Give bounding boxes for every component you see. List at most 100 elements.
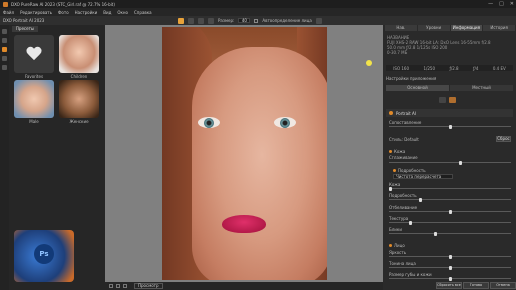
photoshop-logo-icon: Ps: [34, 244, 54, 264]
auto-detect-checkbox[interactable]: [254, 18, 259, 23]
preset-male[interactable]: [14, 80, 54, 118]
preset-children[interactable]: [59, 35, 99, 73]
exif-row: ISO 160 1/250 ƒ/2.8 ƒ/4 0.4 EV: [386, 65, 513, 71]
app-settings-header[interactable]: Настройки приложения: [386, 76, 513, 81]
history-icon[interactable]: [2, 65, 7, 70]
preset-label: Favorites: [24, 74, 44, 79]
reset-all-button[interactable]: Сбросить все: [436, 282, 462, 289]
subtab-local[interactable]: Местный: [450, 85, 513, 91]
view-split-icon[interactable]: [116, 284, 120, 288]
presets-tab[interactable]: Пресеты: [12, 26, 38, 32]
highlights-slider[interactable]: [389, 231, 511, 236]
face-toggle-icon[interactable]: [389, 244, 392, 247]
menu-file[interactable]: Файл: [3, 10, 14, 15]
title-bar: DXO PureRaw AI 2023 (STC_Girl.raf @ 72.7…: [0, 0, 516, 8]
preview-button[interactable]: Просмотр: [134, 283, 163, 289]
detail-mode-row[interactable]: Подробность: [393, 168, 426, 173]
power-icon[interactable]: [389, 111, 393, 115]
maximize-button[interactable]: □: [499, 1, 504, 7]
tab-levels[interactable]: Уровни: [417, 25, 450, 31]
slider-label: Текстура: [389, 216, 409, 221]
skin-slider[interactable]: [389, 186, 511, 191]
plugin-name: Portrait AI: [396, 110, 416, 116]
exif-value: ƒ/2.8: [449, 65, 459, 71]
match-slider[interactable]: [389, 124, 511, 129]
info-line: 0-30.7 МБ: [387, 50, 408, 55]
preset-label: Male: [29, 119, 39, 124]
exif-value: 0.4 EV: [492, 65, 506, 71]
menu-photo[interactable]: Фото: [58, 10, 69, 15]
magic-icon[interactable]: [2, 38, 7, 43]
face-section-label: Лицо: [394, 243, 405, 248]
fill-icon[interactable]: [208, 17, 214, 24]
detail-slider[interactable]: [389, 197, 511, 202]
app-icon: [3, 1, 8, 7]
lip-size-slider[interactable]: [389, 276, 511, 281]
slider-label: Подробность: [389, 193, 417, 198]
menu-window[interactable]: Окно: [117, 10, 128, 15]
left-eye: [198, 117, 220, 128]
detail-mode-label: Подробность: [398, 168, 426, 173]
preset-favorites[interactable]: [14, 35, 54, 73]
menu-view[interactable]: Вид: [103, 10, 111, 15]
size-input[interactable]: 40: [238, 18, 251, 23]
tab-history[interactable]: История: [483, 25, 515, 31]
pen-icon[interactable]: [198, 17, 204, 24]
face-mask-toggle[interactable]: [439, 97, 446, 103]
settings-gear-icon[interactable]: [315, 17, 322, 24]
preset-female[interactable]: [59, 80, 99, 118]
slider-label: Блики: [389, 227, 402, 232]
exif-value: 1/250: [423, 65, 436, 71]
menu-help[interactable]: Справка: [134, 10, 152, 15]
style-label: Стиль: Default: [389, 137, 419, 142]
tab-info[interactable]: Информация: [450, 25, 483, 31]
canvas-bottom-bar: Просмотр: [105, 282, 383, 290]
size-label: Размер:: [218, 18, 235, 23]
brush-side-icon[interactable]: [2, 56, 7, 61]
menu-settings[interactable]: Настройки: [75, 10, 98, 15]
skin-section-label: Кожа: [394, 149, 406, 154]
plugin-header[interactable]: Portrait AI: [386, 109, 513, 117]
auto-detect-label: Автоопределение лица: [262, 18, 312, 23]
smoothing-label: Сглаживание: [389, 155, 418, 160]
window-title: DXO PureRaw AI 2023 (STC_Girl.raf @ 72.7…: [11, 1, 115, 7]
cancel-button[interactable]: Отмена: [490, 282, 516, 289]
preset-label: Children: [70, 74, 88, 79]
view-single-icon[interactable]: [109, 284, 113, 288]
brush-tools: Размер: 40 Автоопределение лица: [178, 16, 322, 25]
right-eye: [274, 117, 296, 128]
skin-toggle-icon[interactable]: [389, 150, 392, 153]
image-canvas[interactable]: [105, 25, 383, 282]
smooth-mode-dropdown[interactable]: Чистота перерасчета: [393, 174, 453, 179]
slider-label: Кожа: [389, 182, 401, 187]
face: [192, 47, 327, 280]
presets-icon[interactable]: [2, 29, 7, 34]
portrait-photo: [162, 27, 327, 280]
eraser-icon[interactable]: [188, 17, 194, 24]
skin-section[interactable]: Кожа: [389, 149, 405, 154]
texture-slider[interactable]: [389, 220, 511, 225]
window-controls: — □ ✕: [488, 1, 514, 7]
detail-toggle-icon[interactable]: [393, 169, 396, 172]
menu-bar: Файл Редактировать Фото Настройки Вид Ок…: [0, 8, 516, 16]
menu-edit[interactable]: Редактировать: [20, 10, 52, 15]
portrait-icon[interactable]: [2, 47, 7, 52]
reset-style-button[interactable]: Сброс: [496, 136, 511, 142]
face-section[interactable]: Лицо: [389, 243, 405, 248]
face-select-toggle[interactable]: [449, 97, 456, 103]
tab-navigator[interactable]: Нав.: [385, 25, 417, 31]
done-button[interactable]: Готово: [463, 282, 489, 289]
smoothing-slider[interactable]: [389, 160, 511, 165]
heart-icon: [26, 47, 42, 61]
minimize-button[interactable]: —: [488, 1, 493, 7]
close-button[interactable]: ✕: [510, 1, 514, 7]
brightness-slider[interactable]: [389, 254, 511, 259]
whitening-slider[interactable]: [389, 209, 511, 214]
lips: [222, 215, 266, 233]
photoshop-watermark: Ps: [14, 230, 74, 282]
view-side-icon[interactable]: [123, 284, 127, 288]
subtab-main[interactable]: Основной: [386, 85, 449, 91]
brush-icon[interactable]: [178, 17, 184, 24]
face-tone-slider[interactable]: [389, 265, 511, 270]
left-tool-strip: [0, 25, 9, 290]
